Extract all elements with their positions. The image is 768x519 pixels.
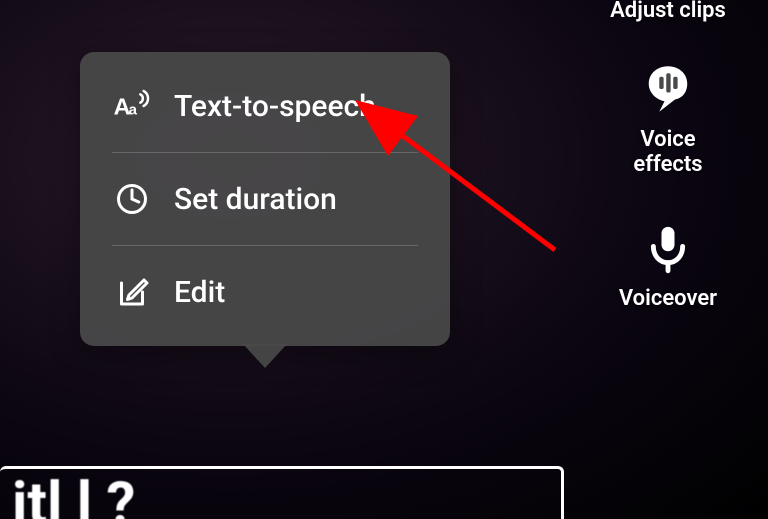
voice-effects-label: Voice effects [633, 127, 702, 178]
voice-effects-button[interactable]: Voice effects [633, 61, 702, 178]
edit-icon [112, 272, 152, 312]
set-duration-option[interactable]: Set duration [112, 152, 418, 245]
text-input-content: itl l ? [0, 475, 561, 519]
text-to-speech-label: Text-to-speech [174, 89, 376, 124]
set-duration-label: Set duration [174, 182, 337, 217]
text-to-speech-option[interactable]: A a Text-to-speech [80, 60, 450, 152]
adjust-clips-label[interactable]: Adjust clips [610, 0, 726, 23]
voiceover-button[interactable]: Voiceover [619, 220, 717, 311]
text-to-speech-icon: A a [112, 86, 152, 126]
clock-icon [112, 179, 152, 219]
microphone-icon [640, 220, 696, 276]
svg-text:a: a [129, 101, 138, 118]
edit-option[interactable]: Edit [112, 245, 418, 338]
editor-right-rail: Adjust clips Voice effects Voiceover [598, 0, 738, 311]
text-input-box[interactable]: itl l ? [0, 466, 564, 519]
voiceover-label: Voiceover [619, 286, 717, 311]
text-options-popover: A a Text-to-speech Set duration Edit [80, 52, 450, 346]
edit-label: Edit [174, 275, 225, 310]
voice-effects-icon [640, 61, 696, 117]
